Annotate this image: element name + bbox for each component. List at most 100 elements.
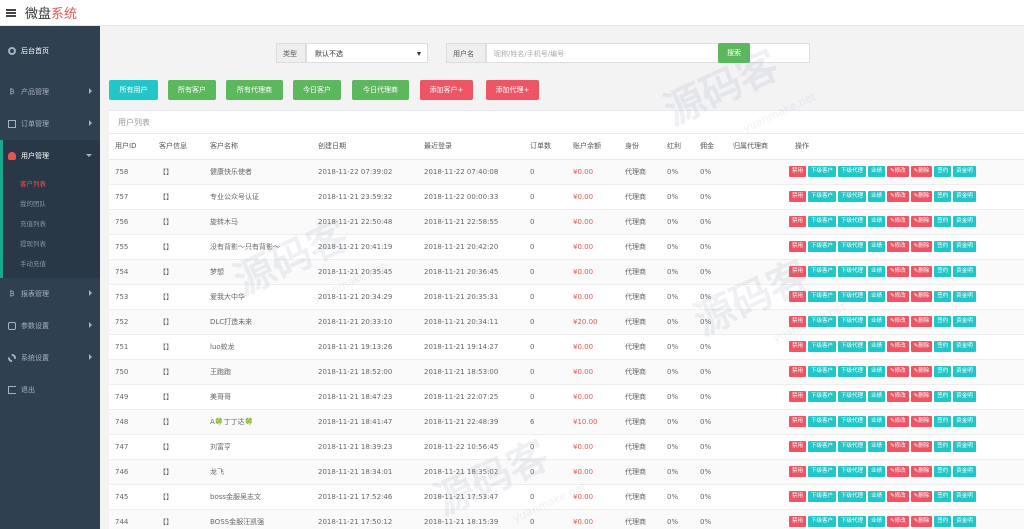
add-customer-button[interactable]: 添加客户+ bbox=[420, 80, 473, 100]
delete-button[interactable]: ✎删除 bbox=[910, 516, 933, 527]
sub-agents-button[interactable]: 下级代理 bbox=[838, 366, 867, 377]
performance-button[interactable]: 业绩 bbox=[868, 391, 886, 402]
sub-customers-button[interactable]: 下级客户 bbox=[808, 441, 837, 452]
sign-button[interactable]: 签约 bbox=[934, 266, 952, 277]
filter-all-customers[interactable]: 所有客户 bbox=[168, 80, 216, 100]
fund-details-button[interactable]: 资金明 bbox=[953, 316, 976, 327]
performance-button[interactable]: 业绩 bbox=[868, 166, 886, 177]
disable-button[interactable]: 禁用 bbox=[789, 491, 807, 502]
disable-button[interactable]: 禁用 bbox=[789, 166, 807, 177]
performance-button[interactable]: 业绩 bbox=[868, 416, 886, 427]
fund-details-button[interactable]: 资金明 bbox=[953, 491, 976, 502]
performance-button[interactable]: 业绩 bbox=[868, 491, 886, 502]
fund-details-button[interactable]: 资金明 bbox=[953, 291, 976, 302]
delete-button[interactable]: ✎删除 bbox=[910, 416, 933, 427]
sidebar-item-orders[interactable]: 订单管理 bbox=[0, 108, 100, 140]
edit-button[interactable]: ✎修改 bbox=[887, 291, 909, 302]
fund-details-button[interactable]: 资金明 bbox=[953, 516, 976, 527]
delete-button[interactable]: ✎删除 bbox=[910, 241, 933, 252]
sign-button[interactable]: 签约 bbox=[934, 316, 952, 327]
delete-button[interactable]: ✎删除 bbox=[910, 441, 933, 452]
edit-button[interactable]: ✎修改 bbox=[887, 191, 909, 202]
disable-button[interactable]: 禁用 bbox=[789, 191, 807, 202]
sub-customers-button[interactable]: 下级客户 bbox=[808, 366, 837, 377]
sign-button[interactable]: 签约 bbox=[934, 341, 952, 352]
sub-customers-button[interactable]: 下级客户 bbox=[808, 266, 837, 277]
performance-button[interactable]: 业绩 bbox=[868, 466, 886, 477]
fund-details-button[interactable]: 资金明 bbox=[953, 341, 976, 352]
disable-button[interactable]: 禁用 bbox=[789, 391, 807, 402]
delete-button[interactable]: ✎删除 bbox=[910, 216, 933, 227]
disable-button[interactable]: 禁用 bbox=[789, 466, 807, 477]
disable-button[interactable]: 禁用 bbox=[789, 341, 807, 352]
edit-button[interactable]: ✎修改 bbox=[887, 366, 909, 377]
sub-customers-button[interactable]: 下级客户 bbox=[808, 341, 837, 352]
performance-button[interactable]: 业绩 bbox=[868, 341, 886, 352]
edit-button[interactable]: ✎修改 bbox=[887, 241, 909, 252]
fund-details-button[interactable]: 资金明 bbox=[953, 166, 976, 177]
sidebar-item-users[interactable]: 用户管理 bbox=[0, 140, 100, 172]
performance-button[interactable]: 业绩 bbox=[868, 191, 886, 202]
sub-agents-button[interactable]: 下级代理 bbox=[838, 391, 867, 402]
submenu-my-team[interactable]: 我的团队 bbox=[3, 194, 100, 214]
disable-button[interactable]: 禁用 bbox=[789, 366, 807, 377]
edit-button[interactable]: ✎修改 bbox=[887, 491, 909, 502]
fund-details-button[interactable]: 资金明 bbox=[953, 216, 976, 227]
sub-agents-button[interactable]: 下级代理 bbox=[838, 516, 867, 527]
sub-customers-button[interactable]: 下级客户 bbox=[808, 416, 837, 427]
performance-button[interactable]: 业绩 bbox=[868, 316, 886, 327]
sign-button[interactable]: 签约 bbox=[934, 291, 952, 302]
disable-button[interactable]: 禁用 bbox=[789, 266, 807, 277]
sign-button[interactable]: 签约 bbox=[934, 466, 952, 477]
disable-button[interactable]: 禁用 bbox=[789, 516, 807, 527]
performance-button[interactable]: 业绩 bbox=[868, 266, 886, 277]
filter-all-users[interactable]: 所有用户 bbox=[109, 80, 158, 100]
filter-all-agents[interactable]: 所有代理商 bbox=[226, 80, 283, 100]
sub-customers-button[interactable]: 下级客户 bbox=[808, 166, 837, 177]
username-input[interactable]: 昵称/姓名/手机号/编号 bbox=[486, 43, 810, 63]
sub-customers-button[interactable]: 下级客户 bbox=[808, 216, 837, 227]
edit-button[interactable]: ✎修改 bbox=[887, 341, 909, 352]
sidebar-item-reports[interactable]: ₿ 报表管理 bbox=[0, 278, 100, 310]
delete-button[interactable]: ✎删除 bbox=[910, 316, 933, 327]
sign-button[interactable]: 签约 bbox=[934, 441, 952, 452]
sign-button[interactable]: 签约 bbox=[934, 391, 952, 402]
sub-customers-button[interactable]: 下级客户 bbox=[808, 191, 837, 202]
fund-details-button[interactable]: 资金明 bbox=[953, 366, 976, 377]
sidebar-item-logout[interactable]: 退出 bbox=[0, 374, 100, 406]
delete-button[interactable]: ✎删除 bbox=[910, 266, 933, 277]
performance-button[interactable]: 业绩 bbox=[868, 441, 886, 452]
fund-details-button[interactable]: 资金明 bbox=[953, 441, 976, 452]
submenu-recharge-list[interactable]: 充值列表 bbox=[3, 214, 100, 234]
sub-agents-button[interactable]: 下级代理 bbox=[838, 291, 867, 302]
sign-button[interactable]: 签约 bbox=[934, 216, 952, 227]
disable-button[interactable]: 禁用 bbox=[789, 241, 807, 252]
sub-agents-button[interactable]: 下级代理 bbox=[838, 216, 867, 227]
sidebar-item-params[interactable]: 参数设置 bbox=[0, 310, 100, 342]
edit-button[interactable]: ✎修改 bbox=[887, 391, 909, 402]
fund-details-button[interactable]: 资金明 bbox=[953, 266, 976, 277]
sub-agents-button[interactable]: 下级代理 bbox=[838, 241, 867, 252]
search-button[interactable]: 搜索 bbox=[718, 43, 750, 63]
submenu-withdraw-list[interactable]: 提现列表 bbox=[3, 234, 100, 254]
delete-button[interactable]: ✎删除 bbox=[910, 366, 933, 377]
sub-customers-button[interactable]: 下级客户 bbox=[808, 316, 837, 327]
sign-button[interactable]: 签约 bbox=[934, 191, 952, 202]
sub-agents-button[interactable]: 下级代理 bbox=[838, 266, 867, 277]
disable-button[interactable]: 禁用 bbox=[789, 291, 807, 302]
disable-button[interactable]: 禁用 bbox=[789, 316, 807, 327]
delete-button[interactable]: ✎删除 bbox=[910, 341, 933, 352]
sub-agents-button[interactable]: 下级代理 bbox=[838, 191, 867, 202]
edit-button[interactable]: ✎修改 bbox=[887, 316, 909, 327]
performance-button[interactable]: 业绩 bbox=[868, 291, 886, 302]
delete-button[interactable]: ✎删除 bbox=[910, 291, 933, 302]
sign-button[interactable]: 签约 bbox=[934, 166, 952, 177]
edit-button[interactable]: ✎修改 bbox=[887, 516, 909, 527]
edit-button[interactable]: ✎修改 bbox=[887, 166, 909, 177]
sub-agents-button[interactable]: 下级代理 bbox=[838, 441, 867, 452]
edit-button[interactable]: ✎修改 bbox=[887, 466, 909, 477]
edit-button[interactable]: ✎修改 bbox=[887, 216, 909, 227]
sign-button[interactable]: 签约 bbox=[934, 241, 952, 252]
filter-today-customers[interactable]: 今日客户 bbox=[293, 80, 341, 100]
delete-button[interactable]: ✎删除 bbox=[910, 391, 933, 402]
